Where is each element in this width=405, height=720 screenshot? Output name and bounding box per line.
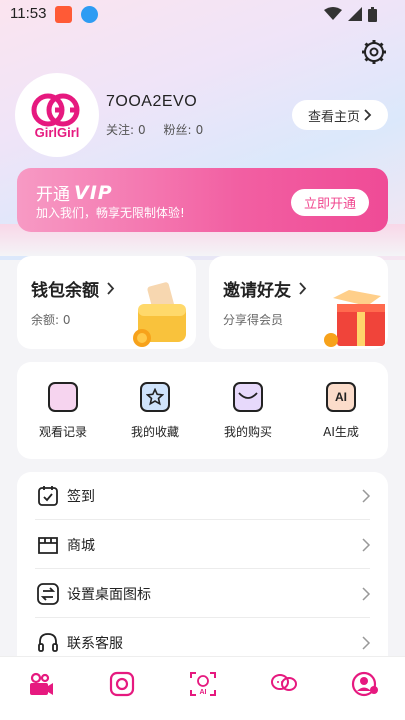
headset-icon — [38, 633, 58, 652]
bottom-navigation: AI — [0, 656, 405, 720]
app-notification-icon — [55, 6, 72, 23]
invite-friends-card[interactable]: 邀请好友 分享得会员 — [209, 256, 388, 349]
record-icon[interactable] — [108, 671, 136, 697]
vip-open-now-button[interactable]: 立即开通 — [291, 189, 369, 216]
menu-item-label: 设置桌面图标 — [67, 587, 151, 603]
vip-title: 开通 VIP — [36, 180, 113, 206]
ai-icon: AI — [326, 382, 356, 412]
vip-subtitle: 加入我们，畅享无限制体验! — [36, 206, 185, 220]
menu-item-checkin[interactable]: 签到 — [17, 472, 388, 520]
divider — [35, 617, 370, 618]
fans-count[interactable]: 0 — [196, 123, 204, 137]
wallet-title: 钱包余额 — [31, 276, 115, 301]
chevron-right-icon — [107, 282, 115, 295]
wifi-icon — [324, 7, 342, 20]
calendar-check-icon — [38, 486, 58, 506]
view-homepage-label: 查看主页 — [307, 109, 360, 125]
quick-action-label: 观看记录 — [38, 425, 87, 439]
quick-action-ai-generate[interactable]: AI AI生成 — [301, 382, 381, 440]
chevron-right-icon — [362, 489, 371, 503]
vip-banner[interactable]: 开通 VIP 加入我们，畅享无限制体验! 立即开通 — [17, 168, 388, 232]
quick-action-label: AI生成 — [323, 425, 359, 439]
swap-icon — [37, 583, 59, 605]
profile-icon[interactable] — [351, 671, 379, 697]
svg-text:GirlGirl: GirlGirl — [35, 125, 80, 140]
svg-text:AI: AI — [200, 689, 207, 696]
menu-item-label: 联系客服 — [67, 636, 123, 652]
status-bar: 11:53 — [0, 0, 405, 28]
wallet-balance: 余额: 0 — [31, 311, 71, 328]
video-icon[interactable] — [27, 671, 55, 697]
chevron-right-icon — [362, 587, 371, 601]
invite-title-text: 邀请好友 — [223, 281, 291, 301]
history-icon — [48, 382, 78, 412]
purchase-icon — [233, 382, 263, 412]
quick-action-favorites[interactable]: 我的收藏 — [115, 382, 195, 440]
chevron-right-icon — [299, 282, 307, 295]
balance-label: 余额: — [31, 313, 60, 327]
quick-action-history[interactable]: 观看记录 — [23, 382, 103, 440]
chevron-right-icon — [362, 636, 371, 650]
status-time: 11:53 — [10, 5, 47, 22]
settings-menu-list: 签到 商城 设置桌面图标 联系客服 — [17, 472, 388, 672]
follow-count[interactable]: 0 — [138, 123, 146, 137]
settings-gear-icon[interactable] — [360, 38, 388, 66]
invite-subtitle: 分享得会员 — [223, 313, 284, 327]
fans-label: 粉丝: — [163, 123, 192, 137]
divider — [35, 519, 370, 520]
view-homepage-button[interactable]: 查看主页 — [292, 100, 388, 130]
community-icon[interactable] — [270, 671, 298, 697]
girlgirl-logo-icon: GirlGirl — [31, 93, 80, 140]
divider — [35, 568, 370, 569]
wallet-title-text: 钱包余额 — [31, 281, 99, 301]
menu-item-desktop-icon[interactable]: 设置桌面图标 — [17, 570, 388, 618]
menu-item-label: 签到 — [67, 489, 95, 505]
quick-actions-panel: 观看记录 我的收藏 我的购买 AI AI生成 — [17, 362, 388, 459]
ai-face-icon[interactable]: AI — [189, 671, 217, 697]
menu-item-label: 商城 — [67, 538, 95, 554]
download-notification-icon — [81, 6, 98, 23]
avatar[interactable]: GirlGirl — [17, 75, 97, 155]
wallet-card[interactable]: 钱包余额 余额: 0 — [17, 256, 196, 349]
chevron-right-icon — [362, 538, 371, 552]
vip-open-label: 开通 — [36, 185, 70, 205]
invite-title: 邀请好友 — [223, 276, 307, 301]
battery-icon — [368, 6, 377, 22]
star-icon — [140, 382, 170, 412]
store-icon — [38, 537, 58, 554]
menu-item-store[interactable]: 商城 — [17, 521, 388, 569]
chevron-right-icon — [364, 109, 372, 121]
wallet-coins-icon — [133, 282, 186, 347]
quick-action-label: 我的购买 — [223, 425, 272, 439]
signal-icon — [348, 7, 362, 21]
quick-action-purchases[interactable]: 我的购买 — [208, 382, 288, 440]
balance-value: 0 — [62, 313, 71, 327]
gift-box-icon — [324, 290, 385, 347]
profile-stats: 关注: 0 粉丝: 0 — [106, 121, 207, 138]
quick-action-label: 我的收藏 — [130, 425, 179, 439]
vip-logo-text: VIP — [74, 181, 113, 204]
username: 7OOA2EVO — [106, 93, 198, 110]
follow-label: 关注: — [106, 123, 135, 137]
